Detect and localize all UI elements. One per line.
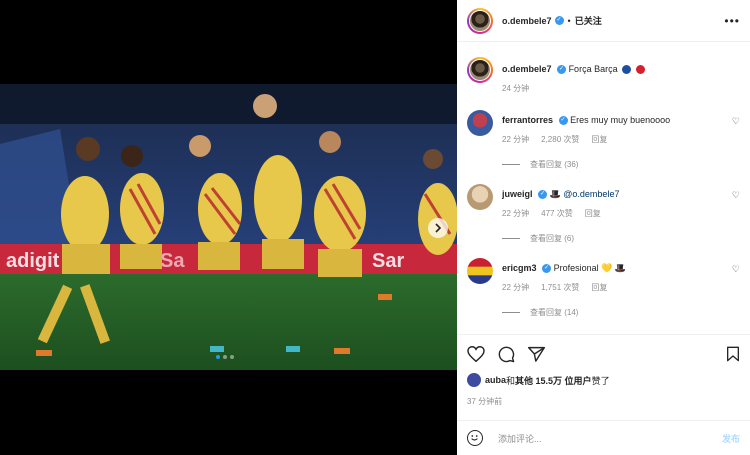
commenter-username[interactable]: ericgm3 [502, 263, 537, 273]
liked-by-others[interactable]: 其他 15.5万 位用户 [515, 374, 592, 387]
caption-text: Força Barça [568, 64, 618, 74]
top-hat-emoji-icon: 🎩 [614, 263, 627, 273]
red-circle-emoji-icon [635, 65, 645, 75]
header-separator: • [567, 15, 571, 26]
comment-time: 22 分钟 [502, 209, 530, 218]
comment-row: juweigl ✓ 🎩 @o.dembele7 22 分钟 477 次赞 回复 … [467, 184, 740, 244]
post-photo[interactable]: adigit Sa Sar [0, 84, 457, 370]
commenter-username[interactable]: juweigl [502, 189, 533, 199]
liker-avatar [467, 373, 481, 387]
liked-by-end: 赞了 [591, 375, 610, 386]
more-options-icon[interactable]: ••• [724, 14, 740, 28]
carousel-dot-active [216, 355, 220, 359]
post-timestamp: 37 分钟前 [467, 397, 503, 406]
top-hat-emoji-icon: 🎩 [549, 189, 561, 199]
reply-button[interactable]: 回复 [591, 282, 607, 293]
caption-author-avatar[interactable] [467, 57, 493, 83]
comment-text: Eres muy muy buenoooo [570, 115, 671, 125]
author-avatar[interactable] [467, 7, 493, 34]
commenter-avatar[interactable] [467, 110, 493, 136]
comment-like-heart-icon[interactable]: ♡ [732, 190, 740, 201]
caption-username[interactable]: o.dembele7 [502, 64, 552, 74]
verified-badge-icon: ✓ [558, 116, 568, 126]
blue-circle-emoji-icon [622, 65, 632, 75]
view-replies-label: 查看回复 (6) [530, 234, 574, 243]
author-username[interactable]: o.dembele7 [502, 16, 552, 26]
comment-like-heart-icon[interactable]: ♡ [732, 264, 740, 275]
next-slide-button[interactable] [428, 218, 448, 238]
caption-row: o.dembele7 ✓ Força Barça 24 分钟 [467, 57, 740, 94]
carousel-dot [223, 355, 227, 359]
like-heart-icon[interactable] [467, 346, 485, 362]
comments-list: o.dembele7 ✓ Força Barça 24 分钟 ferrantor… [457, 43, 750, 334]
verified-badge-icon: ✓ [538, 190, 548, 200]
post-side-panel: o.dembele7 ✓ • 已关注 ••• o.dembele7 ✓ Forç… [457, 0, 750, 455]
view-replies-label: 查看回复 (36) [530, 160, 579, 169]
carousel-dot [230, 355, 234, 359]
comment-likes[interactable]: 477 次赞 [541, 208, 573, 219]
comment-time: 22 分钟 [502, 283, 530, 292]
view-replies-label: 查看回复 (14) [530, 308, 579, 317]
svg-text:adigit: adigit [6, 250, 60, 272]
view-replies-button[interactable]: 查看回复 (14) [502, 307, 740, 318]
comment-row: ericgm3 ✓ Profesional 💛 🎩 22 分钟 1,751 次赞… [467, 258, 740, 318]
liked-by-summary[interactable]: auba 和 其他 15.5万 位用户 赞了 [467, 373, 740, 387]
comment-time: 22 分钟 [502, 135, 530, 144]
comment-text: Profesional [553, 263, 599, 273]
caption-time: 24 分钟 [502, 84, 530, 93]
save-bookmark-icon[interactable] [726, 346, 740, 362]
share-send-icon[interactable] [528, 346, 545, 362]
reply-button[interactable]: 回复 [591, 134, 607, 145]
reply-button[interactable]: 回复 [585, 208, 601, 219]
post-comment-button[interactable]: 发布 [722, 432, 740, 445]
comment-bubble-icon[interactable] [498, 346, 515, 363]
comment-like-heart-icon[interactable]: ♡ [732, 116, 740, 127]
liked-by-connector: 和 [506, 375, 516, 386]
commenter-avatar[interactable] [467, 184, 493, 210]
comment-row: ferrantorres ✓ Eres muy muy buenoooo 22 … [467, 110, 740, 170]
view-replies-button[interactable]: 查看回复 (36) [502, 159, 740, 170]
carousel-indicator [216, 355, 234, 359]
yellow-heart-emoji-icon: 💛 [601, 263, 613, 273]
comment-mention[interactable]: @o.dembele7 [563, 189, 619, 199]
add-comment-bar: 添加评论... 发布 [457, 420, 750, 455]
add-comment-input[interactable]: 添加评论... [498, 432, 542, 445]
view-replies-button[interactable]: 查看回复 (6) [502, 233, 740, 244]
following-button[interactable]: 已关注 [575, 14, 602, 27]
chevron-right-icon [435, 223, 442, 233]
verified-badge-icon: ✓ [542, 264, 552, 274]
comment-likes[interactable]: 1,751 次赞 [541, 282, 579, 293]
emoji-smile-icon[interactable] [467, 430, 483, 446]
post-header: o.dembele7 ✓ • 已关注 ••• [457, 0, 750, 42]
verified-badge-icon: ✓ [557, 65, 567, 75]
verified-badge-icon: ✓ [554, 16, 564, 25]
post-actions: auba 和 其他 15.5万 位用户 赞了 37 分钟前 [457, 334, 750, 407]
liked-by-user[interactable]: auba [485, 375, 506, 385]
commenter-username[interactable]: ferrantorres [502, 115, 553, 125]
svg-text:Sar: Sar [372, 250, 404, 272]
commenter-avatar[interactable] [467, 258, 493, 284]
svg-text:Sa: Sa [160, 250, 185, 272]
post-media: adigit Sa Sar [0, 0, 457, 455]
comment-likes[interactable]: 2,280 次赞 [541, 134, 579, 145]
